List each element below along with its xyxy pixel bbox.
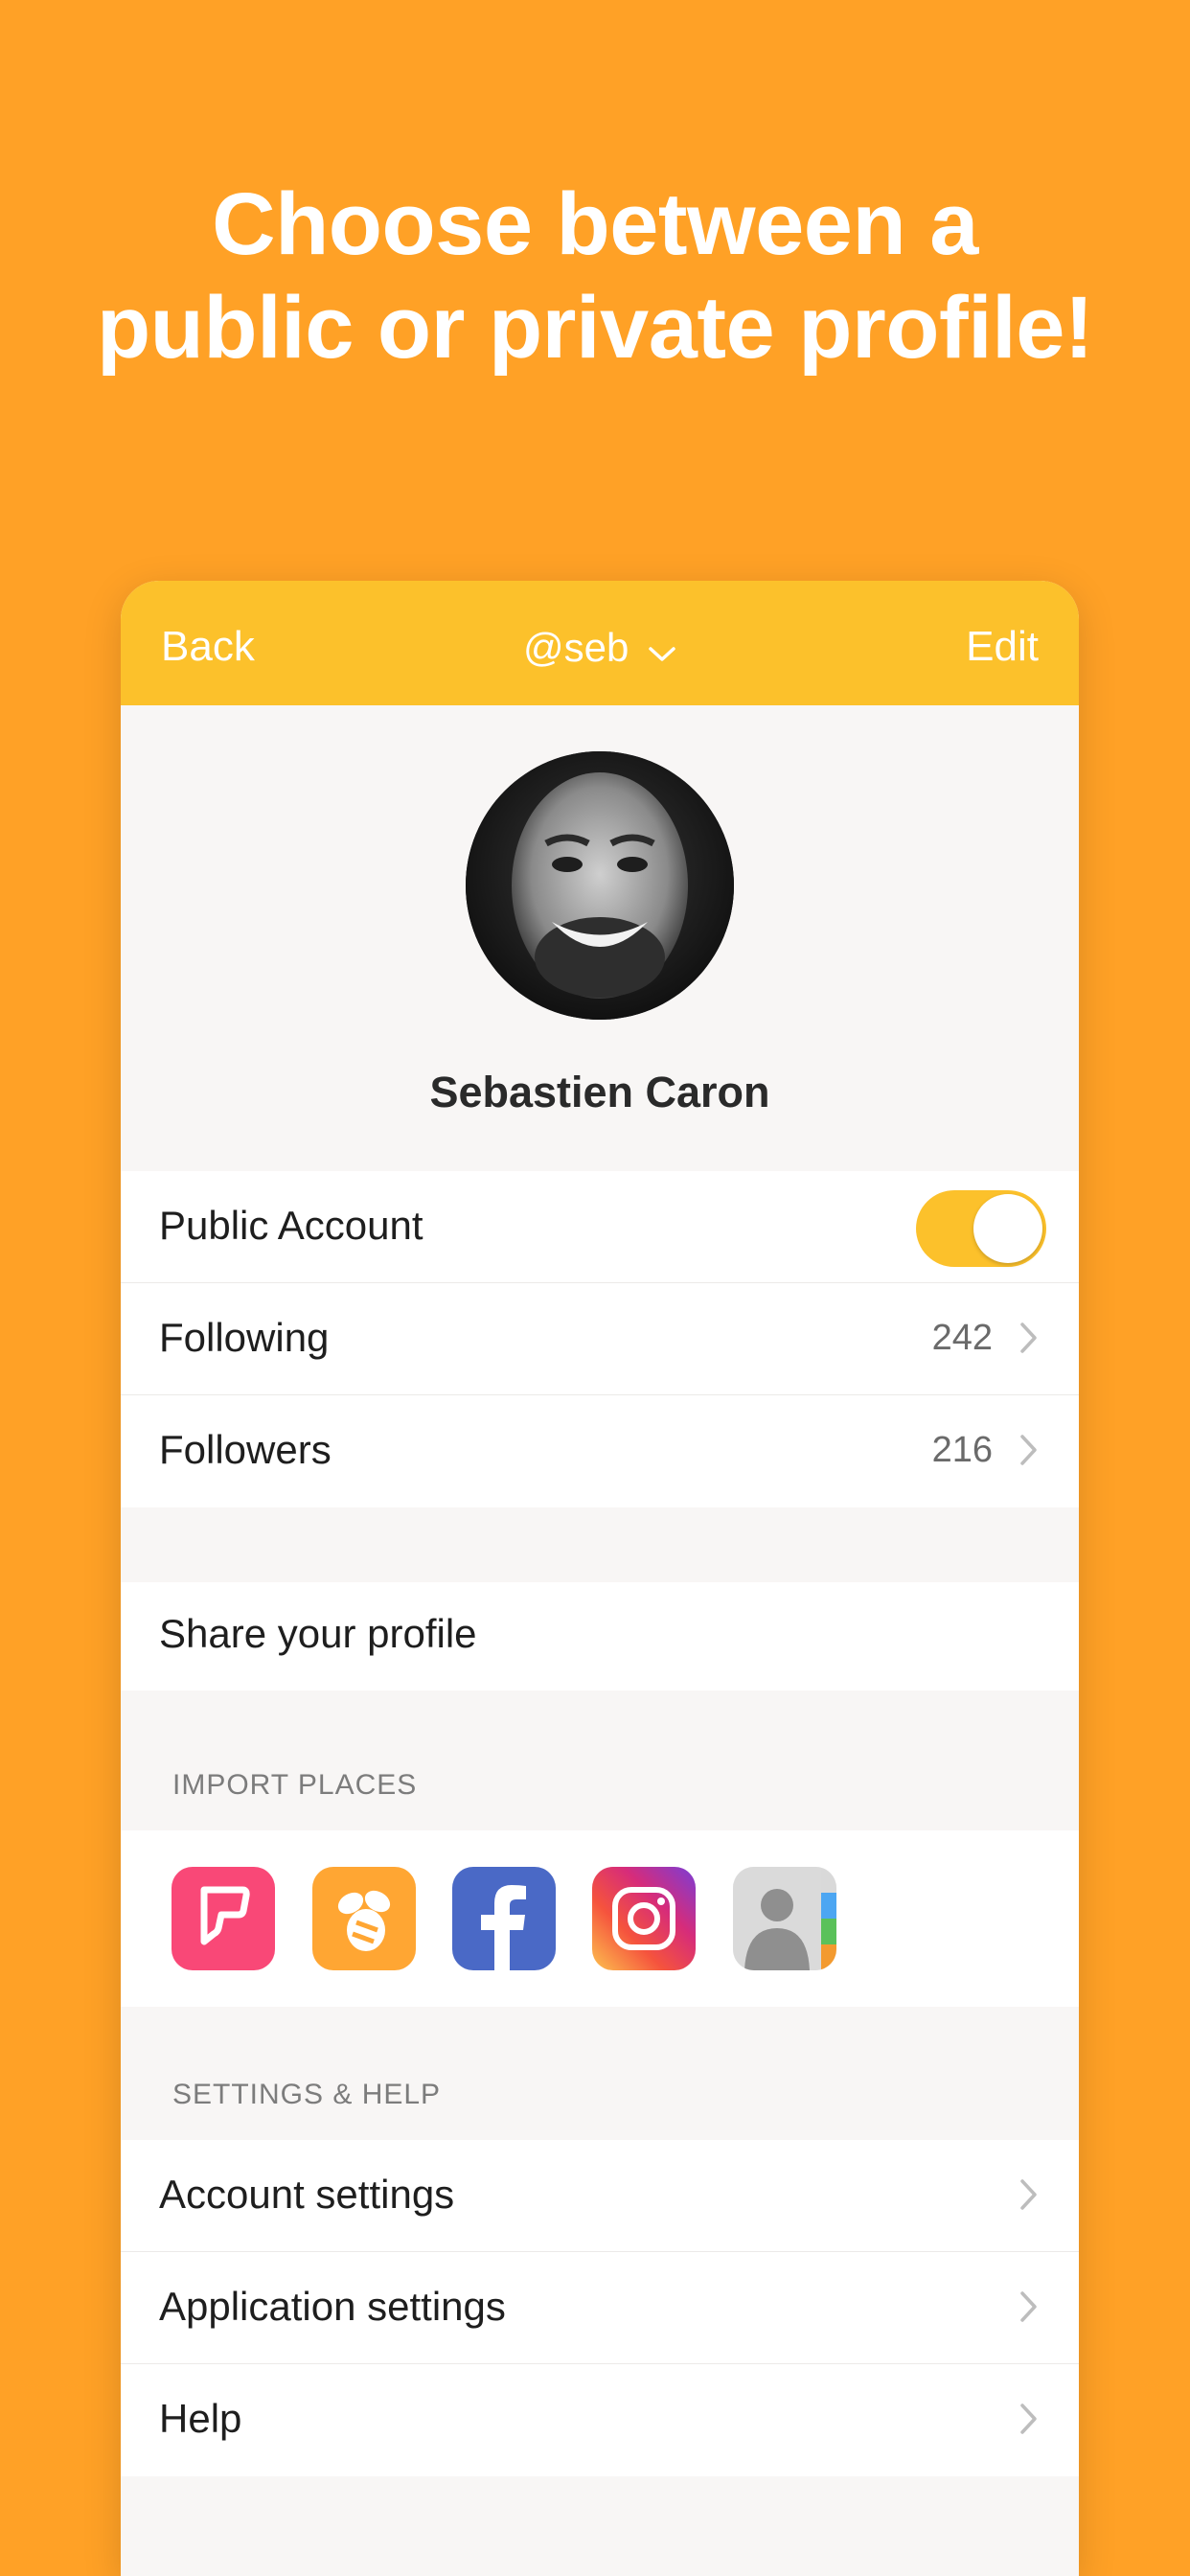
navigation-bar: Back @seb Edit	[121, 581, 1079, 705]
help-label: Help	[159, 2396, 242, 2441]
application-settings-label: Application settings	[159, 2284, 506, 2329]
following-row[interactable]: Following 242	[121, 1283, 1079, 1395]
username-dropdown[interactable]: @seb	[121, 625, 1079, 674]
username-label: @seb	[522, 625, 629, 670]
chevron-down-icon	[648, 628, 676, 674]
chevron-right-icon	[1020, 1322, 1037, 1353]
following-label: Following	[159, 1315, 330, 1360]
headline-line-2: public or private profile!	[96, 279, 1094, 377]
following-count: 242	[931, 1318, 993, 1358]
instagram-icon[interactable]	[592, 1867, 696, 1970]
account-settings-row[interactable]: Account settings	[121, 2140, 1079, 2252]
settings-section: Account settings Application settings He…	[121, 2140, 1079, 2476]
application-settings-row[interactable]: Application settings	[121, 2252, 1079, 2364]
swarm-icon[interactable]	[312, 1867, 416, 1970]
settings-help-caption: SETTINGS & HELP	[172, 2079, 442, 2110]
public-account-label: Public Account	[159, 1203, 423, 1248]
headline-line-1: Choose between a	[212, 175, 978, 273]
edit-button[interactable]: Edit	[966, 623, 1039, 671]
followers-label: Followers	[159, 1427, 332, 1472]
share-section: Share your profile	[121, 1582, 1079, 1690]
avatar[interactable]	[466, 751, 734, 1020]
toggle-knob	[973, 1194, 1042, 1263]
import-apps-row	[121, 1830, 1079, 2007]
chevron-right-icon	[1020, 2179, 1037, 2210]
account-section: Public Account Following 242 Followers 2…	[121, 1171, 1079, 1507]
chevron-right-icon	[1020, 2404, 1037, 2434]
share-profile-label: Share your profile	[159, 1611, 477, 1656]
profile-name: Sebastien Caron	[429, 1068, 770, 1116]
facebook-icon[interactable]	[452, 1867, 556, 1970]
followers-row[interactable]: Followers 216	[121, 1395, 1079, 1507]
public-account-row: Public Account	[121, 1171, 1079, 1283]
help-row[interactable]: Help	[121, 2364, 1079, 2476]
import-places-caption: IMPORT PLACES	[172, 1769, 418, 1801]
chevron-right-icon	[1020, 1435, 1037, 1465]
phone-screen: Back @seb Edit Sebastien Caron Public Ac…	[121, 581, 1079, 2576]
share-profile-row[interactable]: Share your profile	[121, 1582, 1079, 1690]
followers-count: 216	[931, 1430, 993, 1470]
contacts-icon[interactable]	[733, 1867, 836, 1970]
headline: Choose between a public or private profi…	[0, 172, 1190, 380]
chevron-right-icon	[1020, 2291, 1037, 2322]
public-account-toggle[interactable]	[916, 1190, 1046, 1267]
foursquare-icon[interactable]	[172, 1867, 275, 1970]
account-settings-label: Account settings	[159, 2172, 455, 2217]
